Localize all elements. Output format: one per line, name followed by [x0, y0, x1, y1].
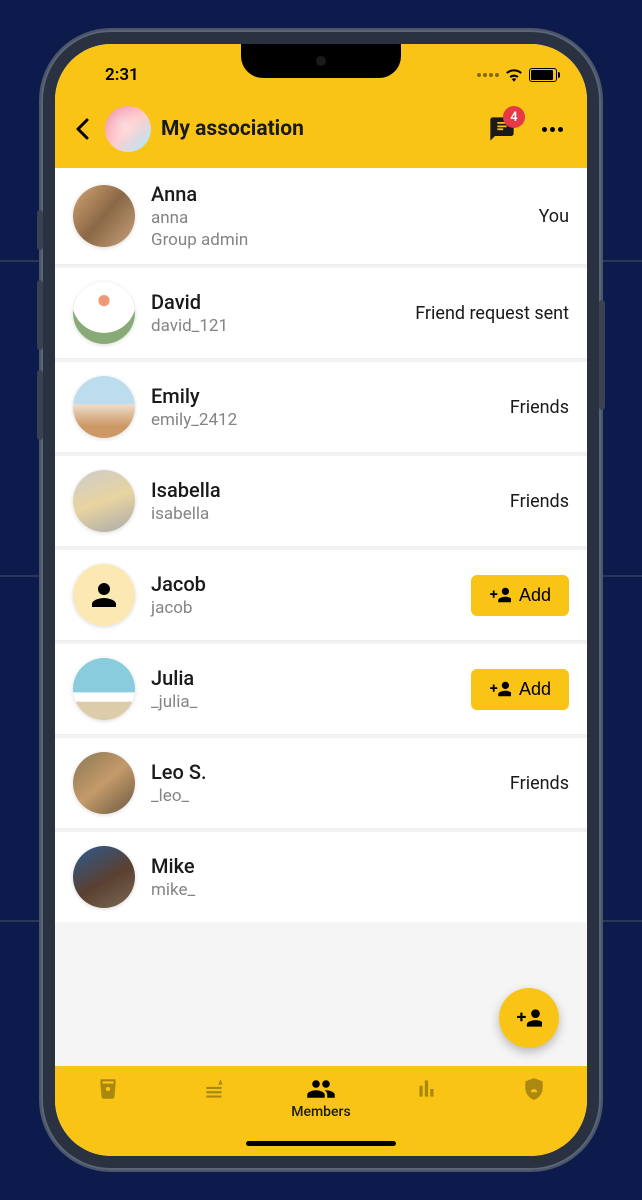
member-name: Isabella	[151, 478, 494, 502]
member-avatar[interactable]	[73, 846, 135, 908]
member-row[interactable]: Leo S. _leo_ Friends	[55, 738, 587, 829]
person-icon	[86, 577, 122, 613]
member-row[interactable]: Mike mike_	[55, 832, 587, 922]
member-username: emily_2412	[151, 410, 494, 430]
bar-chart-icon	[414, 1076, 440, 1102]
nav-tab-privacy[interactable]	[499, 1076, 569, 1102]
member-avatar[interactable]	[73, 185, 135, 247]
member-role: Group admin	[151, 230, 523, 250]
battery-icon	[529, 68, 557, 82]
member-avatar[interactable]	[73, 376, 135, 438]
member-status: Friends	[510, 397, 569, 418]
member-row[interactable]: David david_121 Friend request sent	[55, 268, 587, 359]
nav-tab-stats[interactable]	[392, 1076, 462, 1102]
nav-tab-orders[interactable]	[180, 1076, 250, 1102]
member-username: _julia_	[151, 692, 455, 712]
food-icon	[202, 1076, 228, 1102]
person-add-icon	[489, 680, 511, 698]
member-row[interactable]: Emily emily_2412 Friends	[55, 362, 587, 453]
member-avatar[interactable]	[73, 282, 135, 344]
member-avatar[interactable]	[73, 658, 135, 720]
cellular-icon	[477, 73, 499, 77]
wifi-icon	[505, 68, 523, 82]
phone-frame: 2:31 My association 4	[41, 30, 601, 1170]
nav-label: Members	[291, 1104, 350, 1120]
member-name: Emily	[151, 384, 494, 408]
glass-icon	[95, 1076, 121, 1102]
more-button[interactable]	[537, 127, 567, 132]
app-header: My association 4	[55, 94, 587, 166]
member-username: anna	[151, 208, 523, 228]
member-status: Friends	[510, 773, 569, 794]
shield-icon	[521, 1076, 547, 1102]
add-button-label: Add	[519, 585, 551, 606]
status-icons	[477, 68, 557, 82]
member-avatar[interactable]	[73, 752, 135, 814]
add-member-fab[interactable]	[499, 988, 559, 1048]
person-add-icon	[489, 586, 511, 604]
member-name: Leo S.	[151, 760, 494, 784]
person-add-icon	[516, 1007, 542, 1029]
member-username: jacob	[151, 598, 455, 618]
add-button-label: Add	[519, 679, 551, 700]
member-name: David	[151, 290, 399, 314]
member-username: mike_	[151, 880, 569, 900]
member-row[interactable]: Jacob jacob Add	[55, 550, 587, 641]
nav-tab-members[interactable]: Members	[286, 1076, 356, 1120]
phone-screen: 2:31 My association 4	[55, 44, 587, 1156]
member-username: david_121	[151, 316, 399, 336]
member-name: Anna	[151, 182, 523, 206]
nav-tab-drinks[interactable]	[73, 1076, 143, 1102]
member-status: Friend request sent	[415, 303, 569, 324]
back-button[interactable]	[69, 116, 95, 142]
member-row[interactable]: Anna anna Group admin You	[55, 168, 587, 265]
add-friend-button[interactable]: Add	[471, 669, 569, 710]
chat-badge: 4	[503, 106, 525, 128]
member-name: Julia	[151, 666, 455, 690]
page-title: My association	[161, 117, 475, 141]
status-time: 2:31	[105, 65, 139, 85]
home-indicator[interactable]	[246, 1141, 396, 1146]
chat-button[interactable]: 4	[485, 112, 519, 146]
notch	[241, 44, 401, 78]
member-avatar-placeholder[interactable]	[73, 564, 135, 626]
add-friend-button[interactable]: Add	[471, 575, 569, 616]
member-list: Anna anna Group admin You David david_12…	[55, 168, 587, 922]
member-status: Friends	[510, 491, 569, 512]
member-row[interactable]: Isabella isabella Friends	[55, 456, 587, 547]
group-avatar[interactable]	[105, 106, 151, 152]
member-avatar[interactable]	[73, 470, 135, 532]
member-username: _leo_	[151, 786, 494, 806]
member-username: isabella	[151, 504, 494, 524]
people-icon	[306, 1076, 336, 1102]
member-row[interactable]: Julia _julia_ Add	[55, 644, 587, 735]
member-name: Mike	[151, 854, 569, 878]
member-name: Jacob	[151, 572, 455, 596]
member-status: You	[539, 206, 569, 227]
chevron-left-icon	[75, 118, 89, 140]
